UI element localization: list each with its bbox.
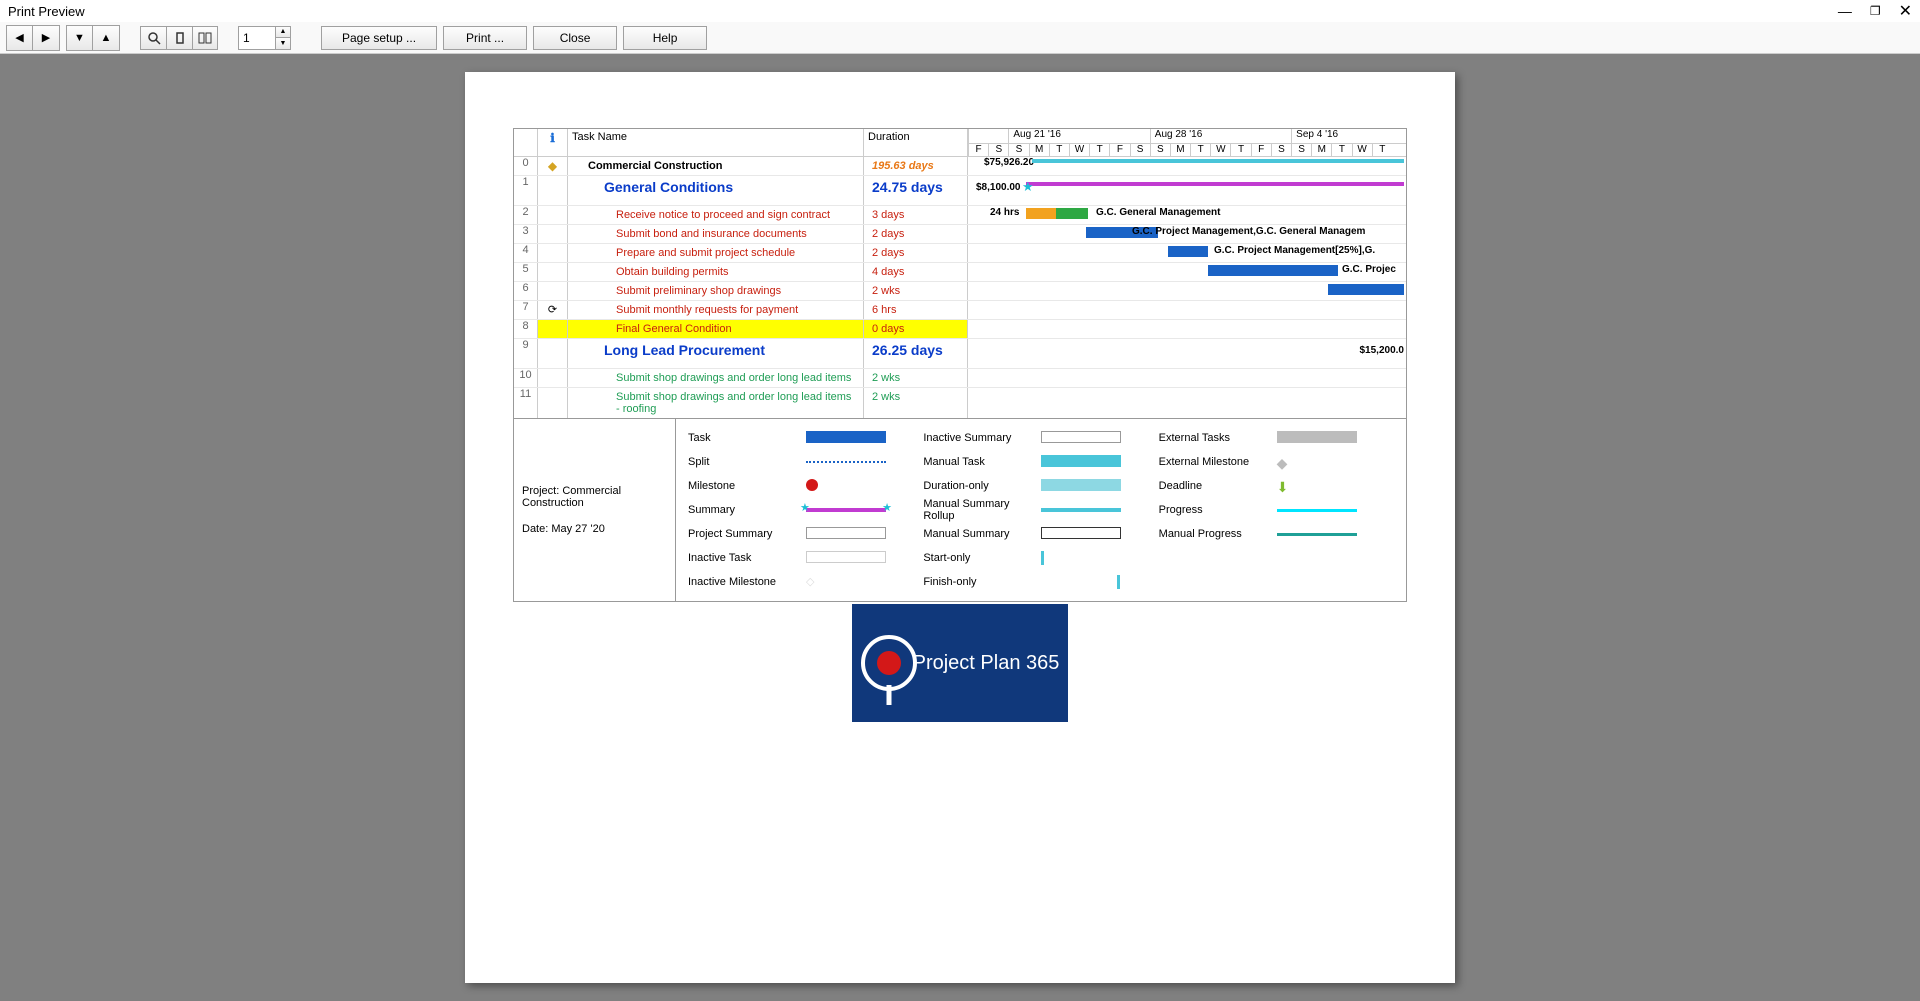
page-nav-vertical: ▼ ▲ — [66, 25, 120, 51]
logo: Project Plan 365 — [852, 604, 1068, 722]
summary-bar — [1032, 159, 1404, 163]
logo-icon — [861, 635, 917, 691]
resource-label: G.C. Projec — [1342, 264, 1396, 275]
page-setup-button[interactable]: Page setup ... — [321, 26, 437, 50]
task-bar — [1026, 208, 1056, 219]
table-row: 0 ◆ Commercial Construction 195.63 days … — [514, 157, 1406, 176]
titlebar: Print Preview — ❐ ✕ — [0, 0, 1920, 22]
info-icon: ℹ — [550, 131, 555, 145]
page-nav-horizontal: ◀ ▶ — [6, 25, 60, 51]
task-bar — [1328, 284, 1404, 295]
gantt-report: ℹ Task Name Duration Aug 21 '16 Aug 28 '… — [513, 128, 1407, 419]
task-bar — [1056, 208, 1088, 219]
table-row: 6 Submit preliminary shop drawings 2 wks — [514, 282, 1406, 301]
resource-label: G.C. General Management — [1096, 207, 1220, 218]
note-icon: ◆ — [548, 159, 557, 173]
one-page-icon[interactable] — [166, 26, 192, 50]
next-page-button[interactable]: ▶ — [33, 26, 59, 50]
task-bar — [1168, 246, 1208, 257]
zoom-icon[interactable] — [140, 26, 166, 50]
page-up-button[interactable]: ▲ — [93, 26, 119, 50]
table-row: 5 Obtain building permits 4 days G.C. Pr… — [514, 263, 1406, 282]
page-number-input-group: ▲ ▼ — [238, 26, 291, 50]
table-row: 4 Prepare and submit project schedule 2 … — [514, 244, 1406, 263]
page-down-button[interactable]: ▼ — [67, 26, 93, 50]
legend: Project: Commercial Construction Date: M… — [513, 419, 1407, 602]
page-spin-up[interactable]: ▲ — [276, 27, 290, 38]
print-button[interactable]: Print ... — [443, 26, 527, 50]
task-bar — [1208, 265, 1338, 276]
toolbar: ◀ ▶ ▼ ▲ ▲ ▼ Page setup ... Print ... Clo… — [0, 22, 1920, 54]
task-table-body: 0 ◆ Commercial Construction 195.63 days … — [514, 157, 1406, 418]
grid-header: ℹ Task Name Duration Aug 21 '16 Aug 28 '… — [514, 129, 1406, 157]
multi-page-icon[interactable] — [192, 26, 218, 50]
close-window-button[interactable]: ✕ — [1899, 1, 1912, 21]
col-duration: Duration — [864, 129, 968, 156]
close-button[interactable]: Close — [533, 26, 617, 50]
resource-label: G.C. Project Management,G.C. General Man… — [1132, 226, 1365, 237]
recurring-icon: ⟳ — [548, 303, 557, 316]
prev-page-button[interactable]: ◀ — [7, 26, 33, 50]
project-name-label: Project: Commercial Construction — [522, 485, 667, 509]
table-row: 1 General Conditions 24.75 days $8,100.0… — [514, 176, 1406, 206]
help-button[interactable]: Help — [623, 26, 707, 50]
summary-bar — [1026, 182, 1404, 186]
table-row: 2 Receive notice to proceed and sign con… — [514, 206, 1406, 225]
cost-label: $15,200.0 — [1360, 345, 1405, 356]
minimize-button[interactable]: — — [1838, 3, 1852, 19]
table-row: 3 Submit bond and insurance documents 2 … — [514, 225, 1406, 244]
workspace: ℹ Task Name Duration Aug 21 '16 Aug 28 '… — [0, 54, 1920, 1001]
table-row: 8 Final General Condition 0 days — [514, 320, 1406, 339]
table-row: 9 Long Lead Procurement 26.25 days $15,2… — [514, 339, 1406, 369]
table-row: 7 ⟳ Submit monthly requests for payment … — [514, 301, 1406, 320]
col-task-name: Task Name — [568, 129, 864, 156]
window-title: Print Preview — [8, 4, 85, 19]
resource-label: G.C. Project Management[25%],G. — [1214, 245, 1375, 256]
timescale-days: F S S M T W T F S S M T W T F — [968, 143, 1406, 156]
maximize-button[interactable]: ❐ — [1870, 4, 1881, 18]
logo-text: Project Plan 365 — [913, 652, 1060, 675]
page-number-input[interactable] — [239, 29, 275, 47]
cost-label: $8,100.00 — [976, 182, 1021, 193]
date-label: Date: May 27 '20 — [522, 523, 667, 535]
page-spin-down[interactable]: ▼ — [276, 38, 290, 49]
table-row: 10 Submit shop drawings and order long l… — [514, 369, 1406, 388]
timescale-weeks: Aug 21 '16 Aug 28 '16 Sep 4 '16 — [968, 129, 1406, 143]
cost-label: $75,926.20 — [984, 157, 1034, 168]
table-row: 11 Submit shop drawings and order long l… — [514, 388, 1406, 418]
page-preview: ℹ Task Name Duration Aug 21 '16 Aug 28 '… — [465, 72, 1455, 983]
duration-label: 24 hrs — [990, 207, 1019, 218]
